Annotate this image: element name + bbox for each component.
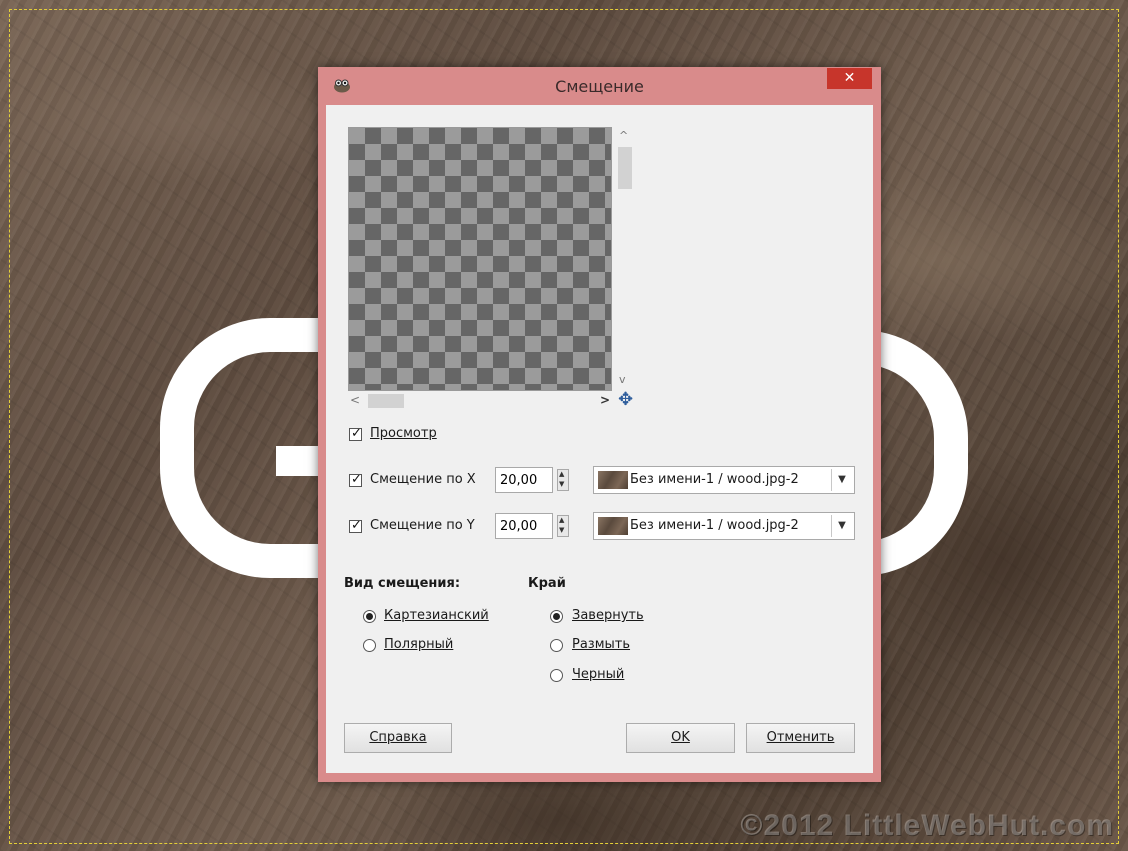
chevron-left-icon[interactable]: < [350, 393, 360, 407]
watermark: ©2012 LittleWebHut.com [740, 809, 1114, 842]
displace-dialog: Смещение ✕ ^ v < > ✥ ✓ Просмотр ✓ Смещен… [318, 67, 881, 782]
wood-thumbnail [598, 471, 628, 489]
radio-smear-label[interactable]: Размыть [572, 637, 630, 652]
offset-y-map-combo[interactable]: Без имени-1 / wood.jpg-2 ▼ [593, 512, 855, 540]
close-button[interactable]: ✕ [827, 68, 872, 89]
wood-thumbnail [598, 517, 628, 535]
radio-polar-label[interactable]: Полярный [384, 637, 453, 652]
displacement-type-heading: Вид смещения: [344, 576, 461, 591]
radio-smear[interactable] [550, 639, 563, 652]
horizontal-scrollbar[interactable]: < > [348, 393, 610, 409]
edge-heading: Край [528, 576, 566, 591]
offset-y-map-value: Без имени-1 / wood.jpg-2 [630, 518, 799, 533]
spin-arrows[interactable]: ▲ ▼ [557, 515, 569, 537]
chevron-down-icon[interactable]: ▼ [831, 515, 852, 537]
scroll-thumb[interactable] [618, 147, 632, 189]
preview-area[interactable] [348, 127, 612, 391]
offset-y-spinner[interactable]: ▲▼ [495, 513, 571, 539]
offset-x-input[interactable] [495, 467, 553, 493]
offset-x-map-value: Без имени-1 / wood.jpg-2 [630, 472, 799, 487]
radio-cartesian[interactable] [363, 610, 376, 623]
preview-checkbox-label[interactable]: Просмотр [370, 426, 437, 441]
chevron-down-icon[interactable]: v [619, 373, 626, 386]
vertical-scrollbar[interactable]: ^ v [614, 127, 636, 389]
offset-y-label[interactable]: Смещение по Y [370, 518, 475, 533]
spin-arrows[interactable]: ▲ ▼ [557, 469, 569, 491]
radio-wrap[interactable] [550, 610, 563, 623]
dialog-body: ^ v < > ✥ ✓ Просмотр ✓ Смещение по X ▲▼ … [326, 105, 873, 773]
chevron-down-icon[interactable]: ▼ [831, 469, 852, 491]
preview-checkbox[interactable]: ✓ [349, 426, 362, 441]
chevron-right-icon[interactable]: > [600, 393, 610, 407]
radio-black[interactable] [550, 669, 563, 682]
offset-x-checkbox[interactable]: ✓ [349, 472, 362, 487]
radio-polar[interactable] [363, 639, 376, 652]
radio-cartesian-label[interactable]: Картезианский [384, 608, 489, 623]
navigate-move-icon[interactable]: ✥ [618, 389, 633, 410]
offset-y-input[interactable] [495, 513, 553, 539]
offset-x-map-combo[interactable]: Без имени-1 / wood.jpg-2 ▼ [593, 466, 855, 494]
chevron-up-icon[interactable]: ^ [619, 129, 628, 142]
dialog-title: Смещение [555, 77, 644, 96]
dialog-titlebar[interactable]: Смещение ✕ [318, 67, 881, 105]
help-button[interactable]: Справка [344, 723, 452, 753]
offset-y-checkbox[interactable]: ✓ [349, 518, 362, 533]
offset-x-label[interactable]: Смещение по X [370, 472, 476, 487]
radio-wrap-label[interactable]: Завернуть [572, 608, 644, 623]
ok-button[interactable]: OK [626, 723, 735, 753]
scroll-thumb[interactable] [368, 394, 404, 408]
cancel-button[interactable]: Отменить [746, 723, 855, 753]
offset-x-spinner[interactable]: ▲▼ [495, 467, 571, 493]
radio-black-label[interactable]: Черный [572, 667, 624, 682]
